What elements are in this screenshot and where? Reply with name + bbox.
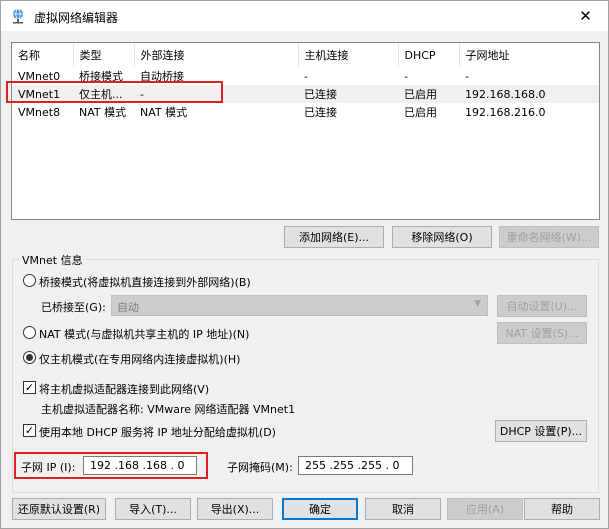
cell-type: NAT 模式 (79, 106, 127, 119)
export-button[interactable]: 导出(X)... (197, 498, 273, 520)
table-row-vmnet8[interactable]: VMnet8 NAT 模式 NAT 模式 已连接 已启用 192.168.216… (12, 103, 599, 121)
cell-name: VMnet0 (18, 69, 61, 83)
adapter-name-text: 主机虚拟适配器名称: VMware 网络适配器 VMnet1 (41, 403, 296, 416)
import-button[interactable]: 导入(T)... (115, 498, 191, 520)
table-row-vmnet1[interactable]: VMnet1 仅主机... - 已连接 已启用 192.168.168.0 (12, 85, 599, 103)
cell-host: 已连接 (298, 85, 398, 103)
ok-button[interactable]: 确定 (282, 498, 358, 520)
cell-external: - (134, 85, 298, 103)
cell-name: VMnet1 (12, 85, 73, 103)
column-header-subnet[interactable]: 子网地址 (459, 43, 599, 67)
bridge-mode-radio[interactable] (23, 274, 36, 287)
cell-dhcp: - (404, 69, 408, 83)
subnet-mask-input[interactable]: 255 .255 .255 . 0 (298, 456, 413, 475)
nat-mode-radio[interactable] (23, 326, 36, 339)
auto-settings-button[interactable]: 自动设置(U)... (497, 295, 587, 317)
chevron-down-icon: ▼ (474, 299, 481, 309)
use-dhcp-checkbox[interactable]: ✓ (23, 424, 36, 437)
host-only-mode-radio[interactable] (23, 351, 36, 364)
column-header-host[interactable]: 主机连接 (298, 43, 399, 67)
restore-defaults-button[interactable]: 还原默认设置(R) (12, 498, 106, 520)
cell-subnet: 192.168.216.0 (465, 105, 546, 119)
network-list[interactable]: 名称 类型 外部连接 主机连接 DHCP 子网地址 VMnet0 桥接模式 自动… (11, 42, 600, 220)
cell-subnet: 192.168.168.0 (459, 85, 599, 103)
cell-type: 桥接模式 (79, 70, 123, 83)
cell-name: VMnet8 (18, 105, 61, 119)
network-list-header: 名称 类型 外部连接 主机连接 DHCP 子网地址 (12, 43, 599, 67)
cell-external: NAT 模式 (140, 106, 188, 119)
bridged-to-select[interactable]: 自动 ▼ (111, 295, 488, 316)
vmnet-info-title: VMnet 信息 (19, 252, 86, 268)
window-title: 虚拟网络编辑器 (34, 11, 119, 25)
cell-dhcp: 已启用 (398, 85, 459, 103)
dhcp-settings-button[interactable]: DHCP 设置(P)... (495, 420, 587, 442)
connect-adapter-label[interactable]: 将主机虚拟适配器连接到此网络(V) (39, 381, 209, 397)
apply-button[interactable]: 应用(A) (447, 498, 523, 520)
column-header-external[interactable]: 外部连接 (134, 43, 299, 67)
cell-type: 仅主机... (73, 85, 134, 103)
subnet-ip-label: 子网 IP (I): (21, 461, 76, 474)
use-dhcp-label[interactable]: 使用本地 DHCP 服务将 IP 地址分配给虚拟机(D) (39, 424, 276, 440)
nat-mode-label[interactable]: NAT 模式(与虚拟机共享主机的 IP 地址)(N) (39, 326, 249, 342)
close-button[interactable]: ✕ (563, 1, 608, 31)
bridge-mode-label[interactable]: 桥接模式(将虚拟机直接连接到外部网络)(B) (39, 274, 251, 290)
cell-host: 已连接 (304, 106, 337, 119)
network-globe-icon (13, 8, 23, 24)
virtual-network-editor-window: 虚拟网络编辑器 ✕ 名称 类型 外部连接 主机连接 DHCP 子网地址 VMne… (0, 0, 609, 529)
remove-network-button[interactable]: 移除网络(O) (392, 226, 492, 248)
cell-dhcp: 已启用 (404, 106, 437, 119)
cancel-button[interactable]: 取消 (365, 498, 441, 520)
subnet-mask-label: 子网掩码(M): (227, 461, 293, 474)
subnet-ip-input[interactable]: 192 .168 .168 . 0 (83, 456, 197, 475)
bridged-to-value: 自动 (117, 301, 139, 314)
add-network-button[interactable]: 添加网络(E)... (284, 226, 384, 248)
help-button[interactable]: 帮助 (524, 498, 600, 520)
rename-network-button[interactable]: 重命名网络(W)... (499, 226, 599, 248)
host-only-mode-label[interactable]: 仅主机模式(在专用网络内连接虚拟机)(H) (39, 351, 240, 367)
nat-settings-button[interactable]: NAT 设置(S)... (497, 322, 587, 344)
cell-subnet: - (465, 69, 469, 83)
close-icon: ✕ (579, 7, 592, 25)
cell-host: - (304, 69, 308, 83)
column-header-type[interactable]: 类型 (73, 43, 135, 67)
bridged-to-label: 已桥接至(G): (41, 301, 106, 314)
column-header-name[interactable]: 名称 (12, 43, 74, 67)
connect-adapter-checkbox[interactable]: ✓ (23, 381, 36, 394)
title-bar: 虚拟网络编辑器 ✕ (1, 1, 608, 31)
cell-external: 自动桥接 (140, 70, 184, 83)
table-row-vmnet0[interactable]: VMnet0 桥接模式 自动桥接 - - - (12, 67, 599, 85)
column-header-dhcp[interactable]: DHCP (398, 43, 460, 67)
